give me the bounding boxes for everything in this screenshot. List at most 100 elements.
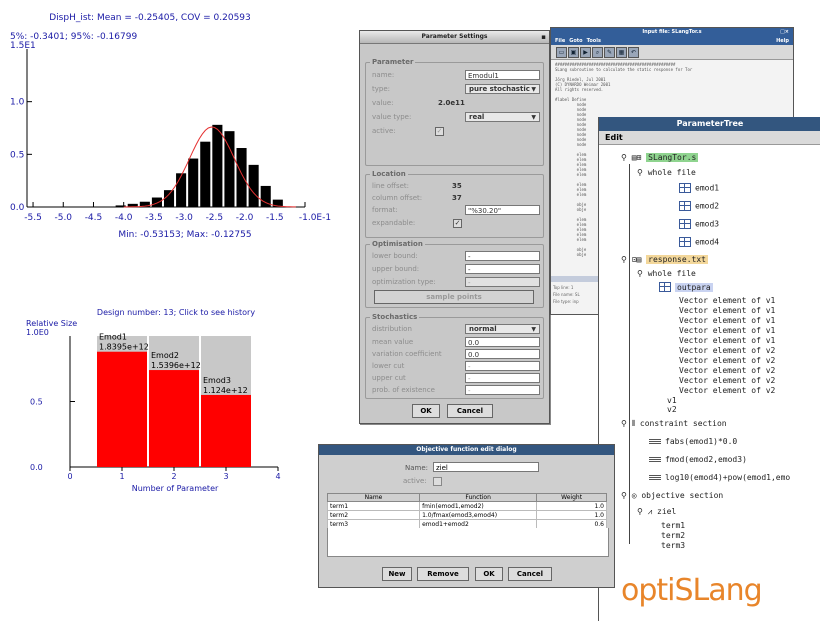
active-checkbox[interactable] [433, 477, 442, 486]
tree-node-vector[interactable]: Vector element of v1 [679, 316, 775, 326]
parameter-settings-titlebar[interactable]: Parameter Settings ▪ [360, 31, 549, 44]
tree-node-vector[interactable]: Vector element of v2 [679, 356, 775, 366]
format-field[interactable]: "%30.20" [465, 205, 540, 215]
tree-node-file2[interactable]: ⚲ ⊡▤ response.txt [621, 255, 708, 265]
cancel-button[interactable]: Cancel [508, 567, 552, 581]
ok-button[interactable]: OK [475, 567, 503, 581]
column-header[interactable]: Weight [536, 493, 607, 502]
tree-node-emod4[interactable]: emod4 [679, 237, 719, 248]
menu-edit[interactable]: Edit [605, 133, 623, 142]
tree-node-file1[interactable]: ⚲ ▤⊞ SLangTor.s [621, 153, 699, 163]
design-bar-chart[interactable]: Design number: 13; Click to see history … [0, 300, 300, 500]
tree-node-whole-file-2[interactable]: ⚲ whole file [637, 269, 696, 279]
tree-node-v2[interactable]: v2 [667, 405, 677, 415]
menu-goto[interactable]: Goto [569, 38, 582, 44]
weight-cell[interactable]: 1.0 [536, 510, 607, 520]
remove-button[interactable]: Remove [417, 567, 469, 581]
tree-node-constraint-section[interactable]: ⚲ ⫴ constraint section [621, 419, 727, 429]
edit-icon[interactable]: ✎ [604, 47, 615, 58]
window-title: ParameterTree [676, 119, 744, 128]
tree-node-vector[interactable]: Vector element of v2 [679, 386, 775, 396]
weight-cell[interactable]: 1.0 [536, 501, 607, 511]
menu-file[interactable]: File [555, 38, 565, 44]
expand-icon[interactable]: ⚲ [621, 255, 627, 264]
tree-node-emod2[interactable]: emod2 [679, 201, 719, 212]
tree-node-emod1[interactable]: emod1 [679, 183, 719, 194]
prob-field[interactable]: - [465, 385, 540, 395]
parameter-bar[interactable] [201, 394, 251, 467]
table-row[interactable]: term2 1.0/fmax(emod3,emod4) 1.0 [326, 510, 607, 520]
objective-name-field[interactable]: ziel [433, 462, 539, 472]
tree-node-constraint-1[interactable]: fabs(emod1)*0.0 [649, 437, 737, 447]
upper-cut-label: upper cut [372, 374, 406, 382]
expand-icon[interactable]: ⚲ [621, 491, 627, 500]
grid-icon[interactable]: ▦ [616, 47, 627, 58]
table-icon [679, 237, 691, 247]
upper-cut-field[interactable]: - [465, 373, 540, 383]
active-checkbox[interactable]: ✓ [435, 127, 444, 136]
undo-icon[interactable]: ↶ [628, 47, 639, 58]
tree-node-ziel[interactable]: ⚲ ⩘ ziel [637, 507, 676, 517]
tree-node-term2[interactable]: term2 [661, 531, 685, 541]
expand-icon[interactable]: ⚲ [621, 419, 627, 428]
tree-node-term1[interactable]: term1 [661, 521, 685, 531]
lower-bound-field[interactable]: - [465, 251, 540, 261]
opt-type-dropdown[interactable]: - [465, 277, 540, 287]
sample-points-button[interactable]: sample points [374, 290, 534, 304]
ok-button[interactable]: OK [412, 404, 440, 418]
function-icon: ⩘ [647, 507, 653, 516]
new-button[interactable]: New [382, 567, 412, 581]
tree-node-emod3[interactable]: emod3 [679, 219, 719, 230]
search-icon[interactable]: ⌕ [592, 47, 603, 58]
upper-cut-row: upper cut - [372, 372, 542, 384]
term-name-cell[interactable]: term1 [326, 501, 421, 511]
tree-node-objective-section[interactable]: ⚲ ◎ objective section [621, 491, 723, 501]
function-cell[interactable]: fmin(emod1,emod2) [419, 501, 538, 511]
parameter-bar[interactable] [149, 370, 199, 467]
lower-cut-field[interactable]: - [465, 361, 540, 371]
bar-chart-x-tick-label: 1 [119, 472, 124, 481]
open-icon[interactable]: ▭ [556, 47, 567, 58]
tree-node-whole-file-1[interactable]: ⚲ whole file [637, 168, 696, 178]
mean-field[interactable]: 0.0 [465, 337, 540, 347]
close-icon[interactable]: □× [780, 28, 789, 37]
distribution-label: distribution [372, 325, 412, 333]
tree-node-vector[interactable]: Vector element of v1 [679, 326, 775, 336]
term-name-cell[interactable]: term2 [326, 510, 421, 520]
tree-node-constraint-3[interactable]: log10(emod4)+pow(emod1,emo [649, 473, 790, 483]
input-file-titlebar[interactable]: Input file: SLangTor.s □× [551, 28, 793, 37]
next-icon[interactable]: ▶ [580, 47, 591, 58]
upper-bound-field[interactable]: - [465, 264, 540, 274]
expandable-checkbox[interactable]: ✓ [453, 219, 462, 228]
histogram-x-tick-label: -4.5 [85, 213, 103, 223]
tree-node-vector[interactable]: Vector element of v2 [679, 376, 775, 386]
function-cell[interactable]: 1.0/fmax(emod3,emod4) [419, 510, 538, 520]
parameter-bar[interactable] [97, 351, 147, 467]
cov-field[interactable]: 0.0 [465, 349, 540, 359]
cancel-button[interactable]: Cancel [447, 404, 493, 418]
tree-node-vector[interactable]: Vector element of v2 [679, 366, 775, 376]
histogram-bar [200, 141, 211, 207]
tree-node-vector[interactable]: Vector element of v1 [679, 306, 775, 316]
bar-chart-title[interactable]: Design number: 13; Click to see history [97, 308, 255, 317]
type-dropdown[interactable]: pure stochastic ▼ [465, 84, 540, 94]
value-type-dropdown[interactable]: real ▼ [465, 112, 540, 122]
tree-node-vector[interactable]: Vector element of v1 [679, 336, 775, 346]
objective-dialog-titlebar[interactable]: Objective function edit dialog [319, 445, 614, 455]
table-row[interactable]: term1 fmin(emod1,emod2) 1.0 [326, 501, 607, 511]
tree-node-constraint-2[interactable]: fmod(emod2,emod3) [649, 455, 747, 465]
name-field[interactable]: Emodul1 [465, 70, 540, 80]
tree-node-outpara[interactable]: outpara [659, 282, 713, 293]
save-icon[interactable]: ▣ [568, 47, 579, 58]
parameter-tree-titlebar[interactable]: ParameterTree [599, 117, 820, 131]
column-header[interactable]: Name [326, 493, 421, 502]
menu-help[interactable]: Help [776, 37, 789, 45]
distribution-dropdown[interactable]: normal ▼ [465, 324, 540, 334]
column-header[interactable]: Function [419, 493, 538, 502]
tree-node-vector[interactable]: Vector element of v2 [679, 346, 775, 356]
tree-node-vector[interactable]: Vector element of v1 [679, 296, 775, 306]
expand-icon[interactable]: ⚲ [621, 153, 627, 162]
menu-tools[interactable]: Tools [587, 38, 601, 44]
close-icon[interactable]: ▪ [541, 31, 546, 43]
tree-node-term3[interactable]: term3 [661, 541, 685, 551]
